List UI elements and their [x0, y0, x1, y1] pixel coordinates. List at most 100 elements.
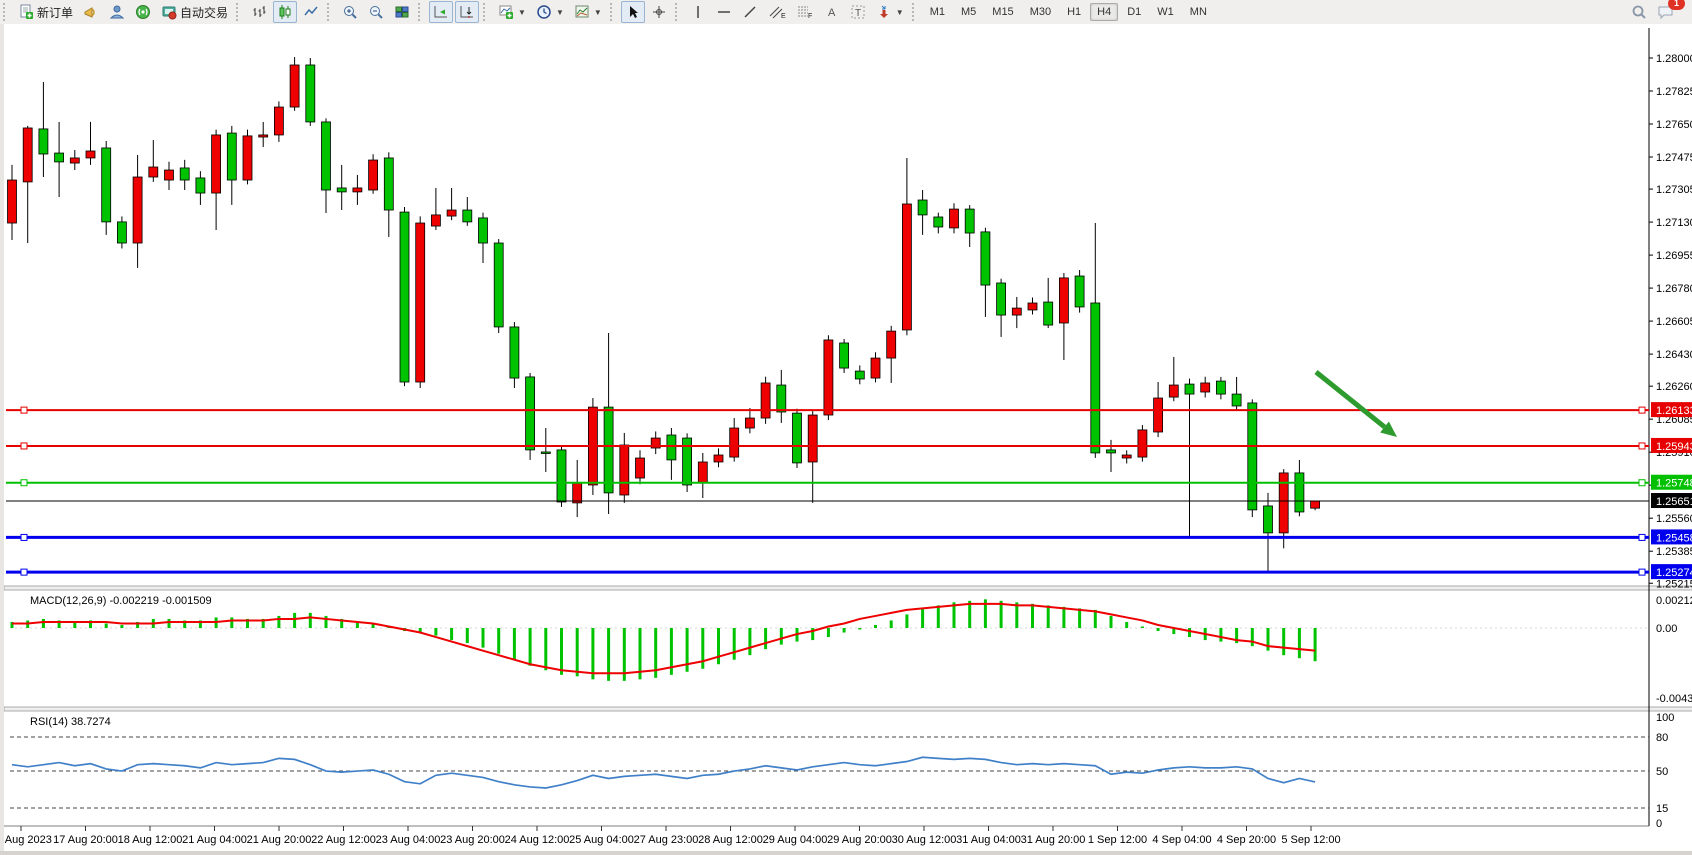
hline-handle[interactable] [1639, 480, 1645, 486]
crosshair-tool-button[interactable] [647, 1, 671, 23]
hline-handle[interactable] [21, 569, 27, 575]
timeframe-M15[interactable]: M15 [985, 3, 1020, 21]
indicators-button[interactable]: ▼ [494, 1, 530, 23]
hline-handle[interactable] [21, 480, 27, 486]
rsi-axis-label: 0 [1656, 818, 1662, 830]
candle-body [1232, 394, 1241, 406]
trendline-tool-button[interactable] [738, 1, 762, 23]
timeframe-M30[interactable]: M30 [1023, 3, 1058, 21]
timeframe-MN[interactable]: MN [1183, 3, 1214, 21]
candle-body [526, 377, 535, 450]
pane-separator[interactable] [4, 707, 1692, 711]
hline-handle[interactable] [1639, 407, 1645, 413]
time-label: 4 Sep 20:00 [1217, 834, 1276, 846]
candle-body [227, 133, 236, 180]
time-label: 23 Aug 20:00 [440, 834, 505, 846]
channel-tool-button[interactable]: E [764, 1, 790, 23]
arrows-tool-button[interactable]: ▼ [872, 1, 908, 23]
candle-body [1185, 384, 1194, 394]
tile-windows-icon [394, 4, 410, 20]
candle-body [604, 407, 613, 493]
search-button[interactable] [1627, 1, 1651, 23]
time-label: 22 Aug 12:00 [311, 834, 376, 846]
hline-handle[interactable] [21, 534, 27, 540]
zoom-in-button[interactable] [338, 1, 362, 23]
tile-windows-button[interactable] [390, 1, 414, 23]
autotrading-button[interactable]: 自动交易 [157, 1, 232, 23]
toolbar-grip [483, 3, 490, 21]
templates-button[interactable]: ▼ [570, 1, 606, 23]
arrows-icon [876, 4, 892, 20]
pane-separator[interactable] [4, 586, 1692, 590]
price-line-badge-label: 1.26133 [1656, 405, 1692, 417]
macd-indicator-label: MACD(12,26,9) -0.002219 -0.001509 [30, 595, 212, 607]
timeframe-H4[interactable]: H4 [1090, 3, 1118, 21]
timeframe-M5[interactable]: M5 [954, 3, 983, 21]
vertical-line-tool-button[interactable] [686, 1, 710, 23]
hline-handle[interactable] [21, 407, 27, 413]
time-label: 28 Aug 12:00 [698, 834, 763, 846]
price-line-badge-label: 1.25458 [1656, 532, 1692, 544]
chevron-down-icon: ▼ [518, 8, 526, 17]
notifications-button[interactable]: 1 [1653, 1, 1678, 23]
candle-body [1138, 430, 1147, 457]
community-button[interactable] [105, 1, 129, 23]
fibonacci-icon: F [796, 4, 814, 20]
candle-body [494, 243, 503, 327]
timeframe-D1[interactable]: D1 [1120, 3, 1148, 21]
candle-body [70, 158, 79, 163]
zoom-out-button[interactable] [364, 1, 388, 23]
rsi-axis-label: 50 [1656, 766, 1668, 778]
candle-body [793, 413, 802, 463]
hline-handle[interactable] [1639, 569, 1645, 575]
hline-handle[interactable] [1639, 534, 1645, 540]
periods-button[interactable]: ▼ [532, 1, 568, 23]
candle-chart-mode-button[interactable] [273, 1, 297, 23]
candle-body [1028, 303, 1037, 310]
horizontal-line-tool-button[interactable] [712, 1, 736, 23]
candle-body [1295, 473, 1304, 512]
candle-body [981, 232, 990, 285]
new-order-icon [18, 4, 34, 20]
candle-body [290, 65, 299, 107]
toolbar-grip [236, 3, 243, 21]
time-label: 31 Aug 04:00 [956, 834, 1021, 846]
toolbar-grip [418, 3, 425, 21]
horn-icon [83, 4, 99, 20]
chart-shift-button[interactable] [455, 1, 479, 23]
candle-body [337, 188, 346, 192]
price-chart-canvas[interactable]: 1.280001.278251.276501.274751.273051.271… [4, 24, 1692, 851]
price-tick-label: 1.26605 [1656, 316, 1692, 328]
macd-axis-label: 0.002121 [1656, 595, 1692, 607]
timeframe-W1[interactable]: W1 [1150, 3, 1181, 21]
auto-scroll-button[interactable] [429, 1, 453, 23]
candle-body [1154, 398, 1163, 432]
candle-body [180, 168, 189, 180]
hline-handle[interactable] [21, 443, 27, 449]
text-tool-button[interactable]: A [820, 1, 844, 23]
timeframe-H1[interactable]: H1 [1060, 3, 1088, 21]
fibonacci-tool-button[interactable]: F [792, 1, 818, 23]
candle-body [479, 218, 488, 243]
candle-body [86, 151, 95, 158]
candle-body [353, 188, 362, 192]
timeframe-M1[interactable]: M1 [923, 3, 952, 21]
hline-handle[interactable] [1639, 443, 1645, 449]
market-watch-button[interactable] [79, 1, 103, 23]
candle-body [1201, 383, 1210, 392]
line-chart-mode-button[interactable] [299, 1, 323, 23]
signal-button[interactable] [131, 1, 155, 23]
price-tick-label: 1.25560 [1656, 513, 1692, 525]
time-label: 31 Aug 20:00 [1021, 834, 1086, 846]
autotrading-label: 自动交易 [180, 4, 228, 21]
cursor-tool-button[interactable] [621, 1, 645, 23]
new-order-button[interactable]: 新订单 [14, 1, 77, 23]
macd-axis-label: 0.00 [1656, 623, 1677, 635]
bar-chart-mode-button[interactable] [247, 1, 271, 23]
candle-body [636, 458, 645, 478]
price-line-badge-label: 1.25748 [1656, 478, 1692, 490]
rsi-axis-label: 15 [1656, 803, 1668, 815]
svg-text:E: E [781, 13, 786, 20]
text-label-tool-button[interactable]: T [846, 1, 870, 23]
candle-body [1216, 381, 1225, 394]
